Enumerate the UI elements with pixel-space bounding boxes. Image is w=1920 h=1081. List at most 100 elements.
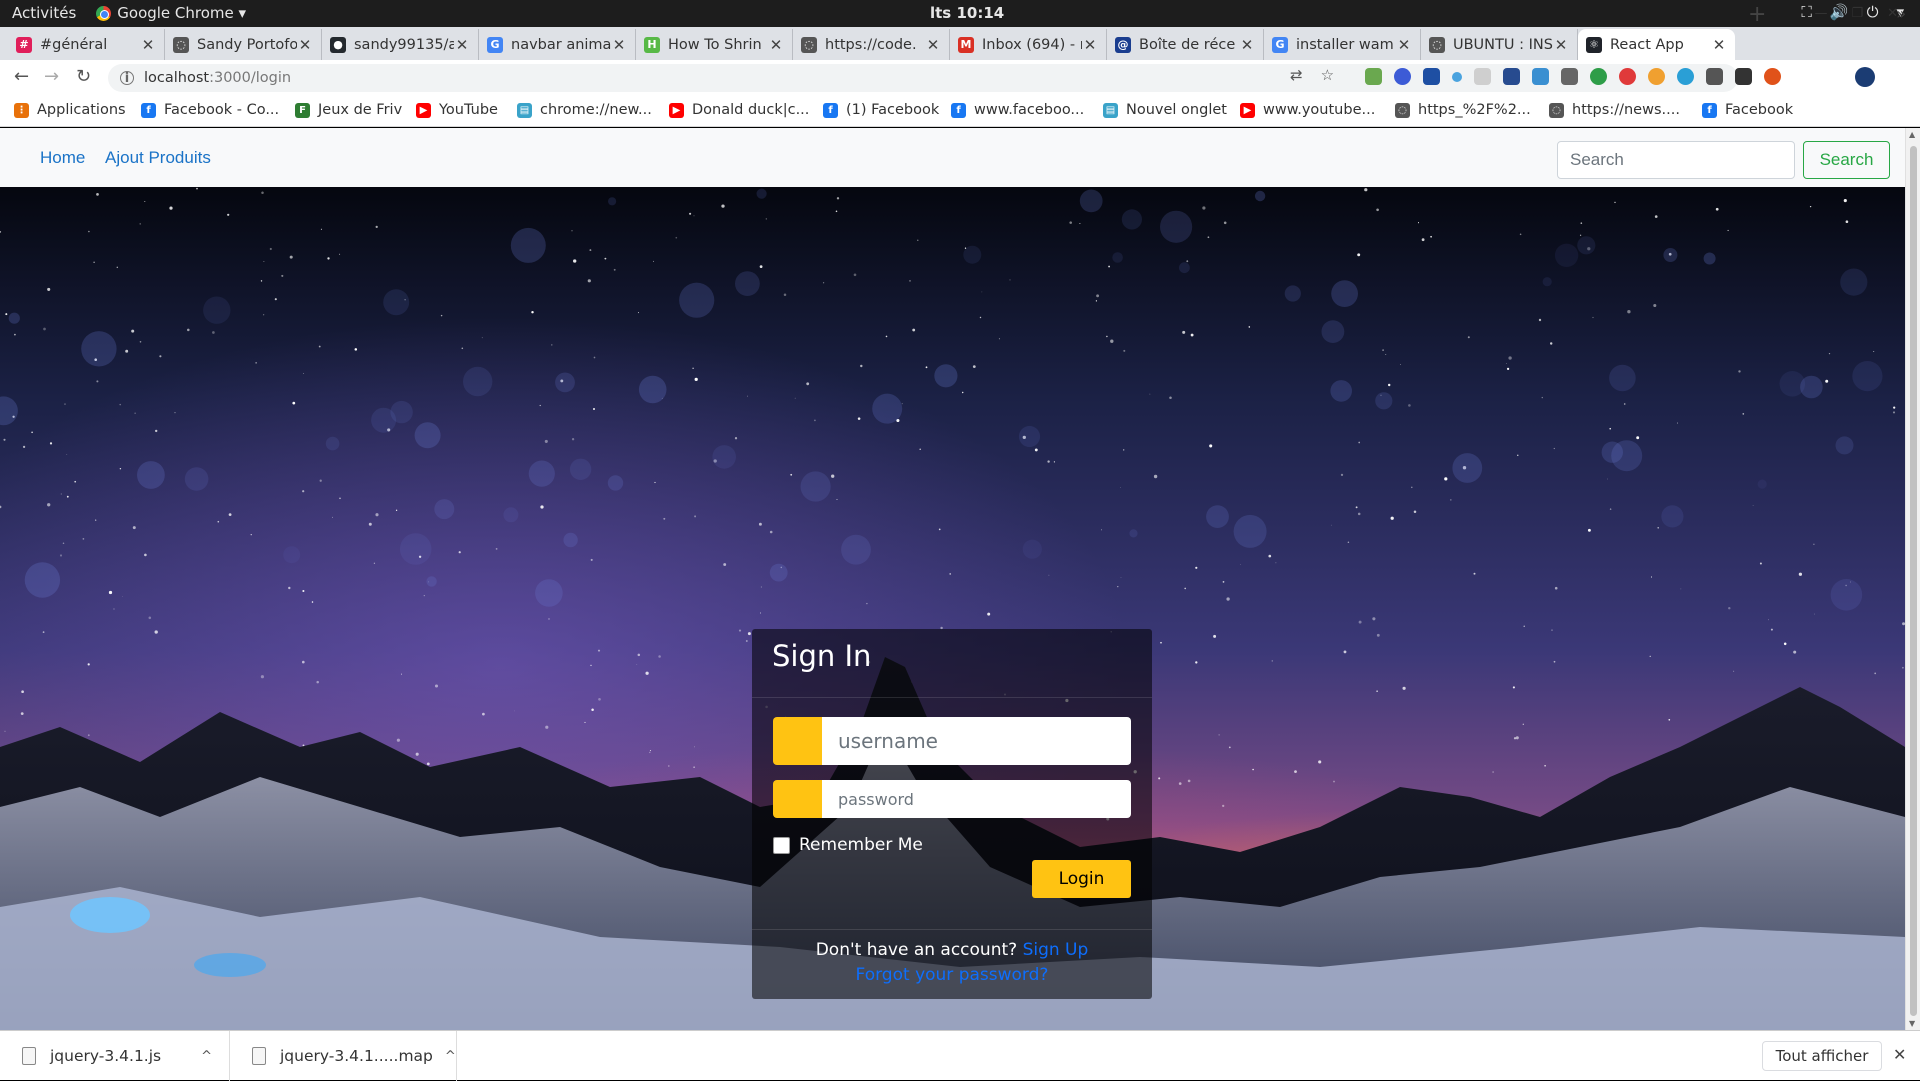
bookmark-label: https_%2F%2... — [1418, 102, 1531, 118]
extension-icon[interactable] — [1423, 68, 1440, 85]
browser-tab[interactable]: Gnavbar anima ✕ — [479, 29, 636, 60]
google-icon: G — [1272, 36, 1288, 53]
chevron-down-icon: ▾ — [238, 4, 247, 22]
remember-me-row[interactable]: Remember Me — [773, 835, 923, 855]
extension-icon[interactable] — [1452, 72, 1462, 82]
extension-icon[interactable] — [1619, 68, 1636, 85]
chevron-up-icon[interactable]: ^ — [201, 1049, 212, 1064]
chevron-right-icon[interactable]: » — [1896, 4, 1906, 23]
nav-link-home[interactable]: Home — [40, 148, 85, 168]
download-icon[interactable] — [1735, 68, 1752, 85]
chevron-up-icon[interactable]: ^ — [445, 1049, 456, 1064]
download-item[interactable]: jquery-3.4.1.....map ^ — [230, 1031, 457, 1081]
browser-tab[interactable]: ◌ UBUNTU : INS ✕ — [1421, 29, 1578, 60]
close-tab-icon[interactable]: ✕ — [1082, 36, 1098, 54]
browser-tab[interactable]: ● sandy99135/a ✕ — [322, 29, 479, 60]
chrome-icon — [96, 6, 112, 21]
tab-title: React App — [1610, 36, 1684, 53]
activities-button[interactable]: Activités — [12, 4, 76, 22]
translate-icon[interactable]: ⇄ — [1290, 66, 1303, 84]
bookmark-item[interactable]: f www.faceboo... — [951, 102, 1084, 118]
signin-card: Sign In Remember Me Login Don't have an … — [752, 629, 1152, 999]
browser-tab[interactable]: Ginstaller wam ✕ — [1264, 29, 1421, 60]
close-tab-icon[interactable]: ✕ — [925, 36, 941, 54]
search-button[interactable]: Search — [1803, 141, 1890, 179]
close-tab-icon[interactable]: ✕ — [1711, 36, 1727, 54]
reload-icon[interactable]: ↻ — [76, 66, 91, 87]
bookmark-item[interactable]: f Facebook - Co... — [141, 102, 279, 118]
show-all-downloads-button[interactable]: Tout afficher — [1762, 1041, 1882, 1071]
close-tab-icon[interactable]: ✕ — [297, 36, 313, 54]
bookmark-item[interactable]: ▶ Donald duck|c... — [669, 102, 809, 118]
close-tab-icon[interactable]: ✕ — [1553, 36, 1569, 54]
bookmark-item[interactable]: ⋮ Applications — [14, 102, 126, 118]
forward-arrow-icon[interactable]: → — [44, 66, 59, 87]
bookmark-item[interactable]: ◌ https_%2F%2... — [1395, 102, 1531, 118]
minimize-icon[interactable]: — — [1814, 6, 1827, 21]
extension-icon[interactable] — [1474, 68, 1491, 85]
forgot-password-link[interactable]: Forgot your password? — [752, 965, 1152, 985]
network-icon: ⛶ — [1801, 3, 1812, 21]
bookmark-item[interactable]: f Facebook — [1702, 102, 1793, 118]
app-navbar: Home Ajout Produits Search — [0, 128, 1905, 187]
profile-avatar[interactable] — [1855, 67, 1875, 87]
bookmark-item[interactable]: f (1) Facebook — [823, 102, 939, 118]
bookmark-star-icon[interactable]: ☆ — [1321, 66, 1334, 84]
close-tab-icon[interactable]: ✕ — [611, 36, 627, 54]
bookmark-item[interactable]: F Jeux de Friv — [295, 102, 402, 118]
signup-link[interactable]: Sign Up — [1023, 940, 1089, 960]
close-tab-icon[interactable]: ✕ — [454, 36, 470, 54]
scroll-down-arrow-icon[interactable]: ▼ — [1909, 1019, 1915, 1028]
browser-tab[interactable]: ◌ https://code. ✕ — [793, 29, 950, 60]
login-button[interactable]: Login — [1032, 860, 1131, 898]
bookmark-item[interactable]: ▤ chrome://new... — [517, 102, 652, 118]
bookmark-item[interactable]: ▶ www.youtube... — [1240, 102, 1375, 118]
window-controls: — ❐ ✕ — [1814, 6, 1898, 21]
close-icon[interactable]: ✕ — [1893, 1045, 1906, 1064]
extension-icon[interactable] — [1561, 68, 1578, 85]
download-item[interactable]: jquery-3.4.1.js ^ — [0, 1031, 230, 1081]
nav-link-ajout-produits[interactable]: Ajout Produits — [105, 148, 211, 168]
remember-me-checkbox[interactable] — [773, 836, 790, 854]
back-arrow-icon[interactable]: ← — [14, 66, 29, 87]
extension-icon[interactable] — [1365, 68, 1382, 85]
bookmark-item[interactable]: ◌ https://news.... — [1549, 102, 1680, 118]
browser-tab[interactable]: H How To Shrin ✕ — [636, 29, 793, 60]
close-tab-icon[interactable]: ✕ — [1396, 36, 1412, 54]
bookmark-label: Jeux de Friv — [318, 102, 403, 118]
react-icon: ⚛ — [1586, 36, 1602, 53]
tab-title: Sandy Portofo — [197, 36, 297, 53]
app-menu[interactable]: Google Chrome ▾ — [96, 4, 246, 22]
extension-icon[interactable] — [1764, 68, 1781, 85]
clock[interactable]: lts 10:14 — [930, 4, 1004, 22]
password-input[interactable] — [822, 780, 1131, 818]
new-tab-button[interactable]: + — [1748, 2, 1766, 27]
browser-tab[interactable]: M Inbox (694) - r ✕ — [950, 29, 1107, 60]
facebook-icon: f — [141, 102, 156, 118]
extension-icon[interactable] — [1648, 68, 1665, 85]
page-scrollbar[interactable]: ▲ ▼ — [1905, 128, 1920, 1030]
bookmark-item[interactable]: ▶ YouTube — [416, 102, 498, 118]
tab-title: UBUNTU : INS — [1453, 36, 1553, 53]
hashtag-extension-icon[interactable] — [1503, 68, 1520, 85]
scroll-up-arrow-icon[interactable]: ▲ — [1909, 130, 1915, 139]
extension-icon[interactable] — [1590, 68, 1607, 85]
browser-tab[interactable]: ⚛ React App ✕ — [1578, 29, 1735, 60]
restore-icon[interactable]: ❐ — [1851, 6, 1863, 21]
browser-tab[interactable]: # #général ✕ — [8, 29, 165, 60]
extension-icon[interactable] — [1394, 68, 1411, 85]
tab-strip: # #général ✕ ◌ Sandy Portofo ✕ ● sandy99135/a ✕ G… — [0, 27, 1920, 60]
browser-tab[interactable]: ◌ Sandy Portofo ✕ — [165, 29, 322, 60]
username-input[interactable] — [822, 717, 1131, 765]
close-tab-icon[interactable]: ✕ — [1239, 36, 1255, 54]
extension-icon[interactable] — [1677, 68, 1694, 85]
extension-icon[interactable] — [1532, 68, 1549, 85]
search-input[interactable] — [1557, 141, 1795, 179]
download-icon[interactable] — [1706, 68, 1723, 85]
info-icon[interactable]: i — [120, 71, 134, 86]
close-tab-icon[interactable]: ✕ — [140, 36, 156, 54]
scroll-thumb[interactable] — [1910, 146, 1917, 1016]
bookmark-item[interactable]: ▤ Nouvel onglet — [1103, 102, 1227, 118]
browser-tab[interactable]: @ Boîte de réce ✕ — [1107, 29, 1264, 60]
close-tab-icon[interactable]: ✕ — [768, 36, 784, 54]
